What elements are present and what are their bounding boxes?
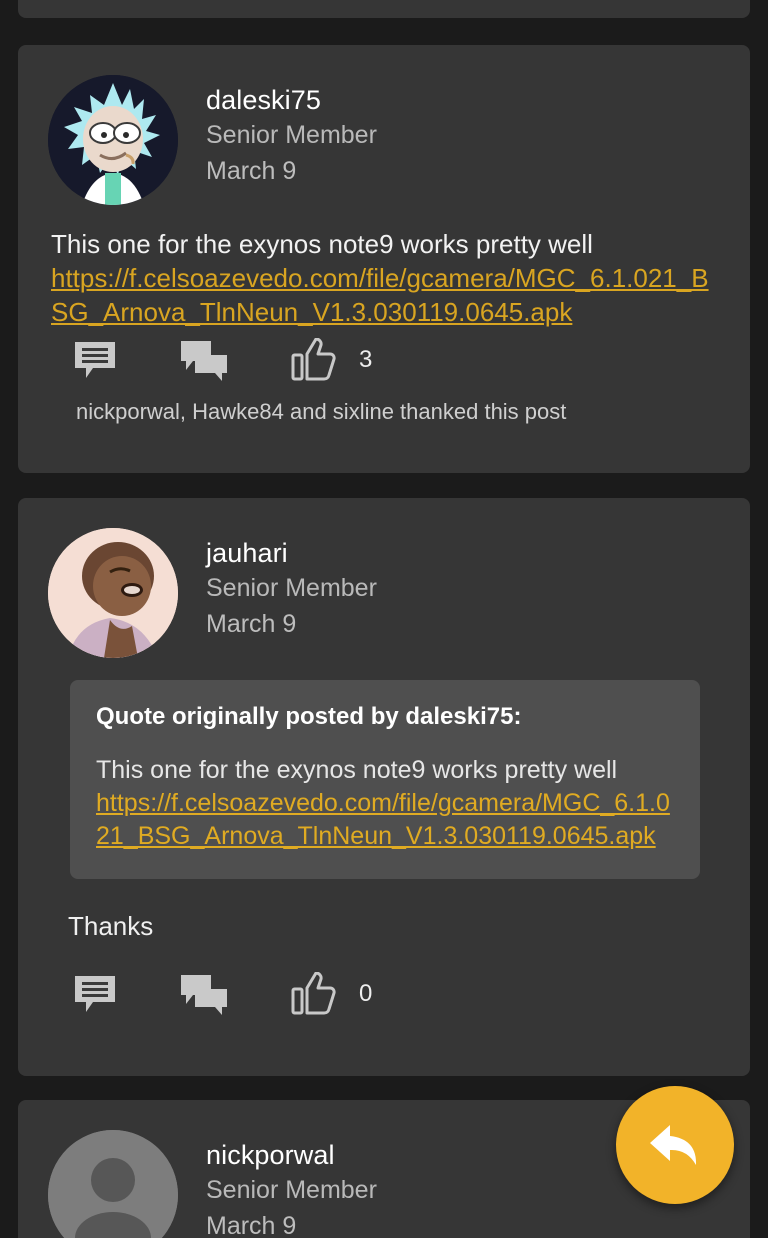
post-meta: jauhari Senior Member March 9 bbox=[178, 528, 377, 642]
post-card-jauhari: jauhari Senior Member March 9 Quote orig… bbox=[18, 498, 750, 1076]
quote-attachment-link[interactable]: https://f.celsoazevedo.com/file/gcamera/… bbox=[96, 789, 670, 850]
reply-arrow-icon bbox=[650, 1125, 697, 1165]
post-header: daleski75 Senior Member March 9 bbox=[18, 45, 750, 205]
post-user-rank: Senior Member bbox=[206, 1176, 377, 1204]
post-header: jauhari Senior Member March 9 bbox=[18, 498, 750, 658]
quote-body-text: This one for the exynos note9 works pret… bbox=[96, 756, 618, 784]
post-date: March 9 bbox=[206, 610, 297, 638]
reply-fab-button[interactable] bbox=[616, 1086, 734, 1204]
avatar-nickporwal[interactable] bbox=[48, 1130, 178, 1238]
quote-bubble-icon bbox=[75, 342, 115, 378]
post-date: March 9 bbox=[206, 1212, 297, 1238]
laughing-person-photo-avatar-icon bbox=[48, 528, 178, 658]
post-meta: daleski75 Senior Member March 9 bbox=[178, 75, 377, 189]
default-person-avatar-icon bbox=[48, 1130, 178, 1238]
post-date: March 9 bbox=[206, 157, 297, 185]
quote-body: This one for the exynos note9 works pret… bbox=[96, 754, 672, 853]
multi-quote-button[interactable] bbox=[179, 973, 229, 1015]
post-body-text: Thanks bbox=[68, 911, 154, 941]
like-button[interactable]: 3 bbox=[291, 338, 372, 382]
post-username[interactable]: nickporwal bbox=[206, 1138, 377, 1172]
post-body-text: This one for the exynos note9 works pret… bbox=[51, 229, 593, 259]
like-button[interactable]: 0 bbox=[291, 972, 372, 1016]
post-attachment-link[interactable]: https://f.celsoazevedo.com/file/gcamera/… bbox=[51, 263, 709, 327]
like-count: 3 bbox=[359, 346, 373, 373]
multi-quote-button[interactable] bbox=[179, 339, 229, 381]
forum-thread-screen: daleski75 Senior Member March 9 This one… bbox=[0, 0, 768, 1238]
post-action-bar: 0 bbox=[18, 963, 750, 1025]
post-username[interactable]: jauhari bbox=[206, 536, 377, 570]
avatar-jauhari[interactable] bbox=[48, 528, 178, 658]
quote-attribution: Quote originally posted by daleski75: bbox=[96, 703, 522, 730]
post-user-rank: Senior Member bbox=[206, 574, 377, 602]
thumbs-up-icon bbox=[291, 972, 336, 1015]
post-card-previous-partial bbox=[18, 0, 750, 18]
post-username[interactable]: daleski75 bbox=[206, 83, 377, 117]
quote-bubble-icon bbox=[75, 976, 115, 1012]
thumbs-up-icon bbox=[291, 338, 336, 381]
post-action-bar: 3 bbox=[18, 329, 750, 391]
quote-block: Quote originally posted by daleski75: Th… bbox=[70, 680, 700, 879]
like-count: 0 bbox=[359, 980, 373, 1007]
rick-sanchez-avatar-icon bbox=[48, 75, 178, 205]
post-user-rank: Senior Member bbox=[206, 121, 377, 149]
quote-button[interactable] bbox=[73, 974, 117, 1014]
avatar-daleski75[interactable] bbox=[48, 75, 178, 205]
thanked-by-text: nickporwal, Hawke84 and sixline thanked … bbox=[76, 399, 567, 424]
quote-button[interactable] bbox=[73, 340, 117, 380]
post-card-daleski75: daleski75 Senior Member March 9 This one… bbox=[18, 45, 750, 473]
multi-quote-bubble-icon bbox=[181, 975, 227, 1015]
post-body: This one for the exynos note9 works pret… bbox=[18, 205, 750, 329]
multi-quote-bubble-icon bbox=[181, 341, 227, 381]
post-meta: nickporwal Senior Member March 9 bbox=[178, 1130, 377, 1238]
